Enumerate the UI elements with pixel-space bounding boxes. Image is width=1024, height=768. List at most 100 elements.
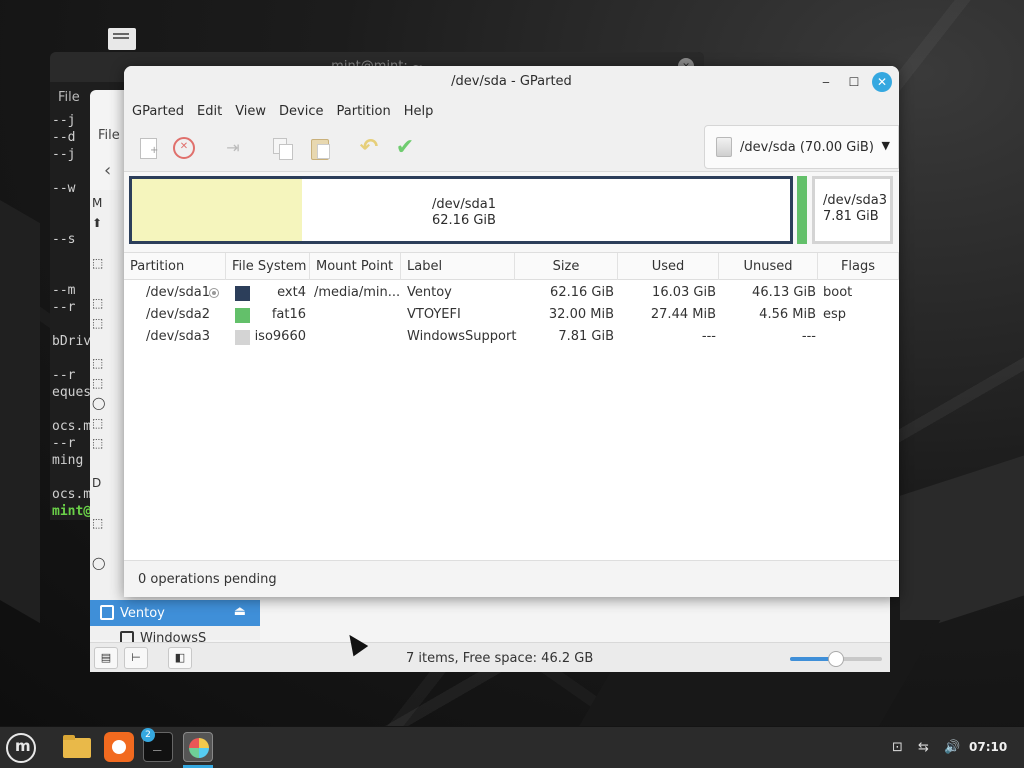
partition-block-size: 7.81 GiB <box>823 209 879 224</box>
gparted-app-icon[interactable] <box>183 732 213 762</box>
table-row[interactable]: /dev/sda2 fat16 VTOYEFI 32.00 MiB 27.44 MiB 4… <box>124 304 899 326</box>
zoom-slider[interactable] <box>790 651 882 667</box>
menu-device[interactable]: Device <box>279 104 323 119</box>
zoom-slider-knob[interactable] <box>828 651 844 667</box>
sidebar-item-icon[interactable]: ⬚ <box>92 436 103 450</box>
partition-block-sda1[interactable]: /dev/sda1 62.16 GiB <box>129 176 793 244</box>
sidebar-item-icon[interactable]: ⬚ <box>92 516 103 530</box>
cell-unused: 4.56 MiB <box>759 307 816 322</box>
sidebar-item-icon[interactable]: M <box>92 196 102 210</box>
sidebar-item-icon[interactable]: ⬚ <box>92 416 103 430</box>
sidebar-item-icon[interactable]: D <box>92 476 101 490</box>
tree-view-icon[interactable]: ⊢ <box>124 647 148 669</box>
cell-used: 16.03 GiB <box>652 285 716 300</box>
back-arrow-icon[interactable]: ‹ <box>104 160 111 181</box>
mounted-key-icon <box>209 288 219 298</box>
device-selector-label: /dev/sda (70.00 GiB) <box>740 139 874 155</box>
cell-size: 62.16 GiB <box>550 285 614 300</box>
column-header-unused[interactable]: Unused <box>719 253 818 280</box>
minimize-icon[interactable]: ‒ <box>816 72 836 92</box>
files-menu-file[interactable]: File <box>98 128 120 143</box>
column-header-label[interactable]: Label <box>401 253 515 280</box>
resize-move-icon[interactable]: ⇥ <box>220 135 246 161</box>
copy-icon[interactable] <box>270 135 296 161</box>
terminal-line: eques <box>52 385 92 400</box>
cell-label: WindowsSupport <box>407 329 517 344</box>
menu-partition[interactable]: Partition <box>337 104 391 119</box>
gparted-titlebar[interactable]: /dev/sda - GParted ‒ ☐ ✕ <box>124 66 899 98</box>
cell-partition: /dev/sda2 <box>146 307 210 322</box>
terminal-line: --s <box>52 232 76 247</box>
places-view-icon[interactable]: ▤ <box>94 647 118 669</box>
column-header-mount-point[interactable]: Mount Point <box>310 253 401 280</box>
cell-unused: 46.13 GiB <box>752 285 816 300</box>
volume-icon[interactable]: 🔊 <box>944 740 960 755</box>
drive-icon <box>100 605 114 620</box>
column-header-flags[interactable]: Flags <box>818 253 899 280</box>
close-icon[interactable]: ✕ <box>872 72 892 92</box>
toggle-sidebar-icon[interactable]: ◧ <box>168 647 192 669</box>
menu-edit[interactable]: Edit <box>197 104 222 119</box>
paste-icon[interactable] <box>308 135 334 161</box>
wallpaper-shape <box>900 424 1024 636</box>
files-status-text: 7 items, Free space: 46.2 GB <box>406 651 594 666</box>
column-header-file-system[interactable]: File System <box>226 253 310 280</box>
partition-used-fill <box>132 179 302 241</box>
column-header-size[interactable]: Size <box>515 253 618 280</box>
mint-menu-icon[interactable] <box>6 733 36 763</box>
firefox-icon[interactable] <box>104 732 134 762</box>
cell-label: VTOYEFI <box>407 307 461 322</box>
cell-partition: /dev/sda3 <box>146 329 210 344</box>
window-title: /dev/sda - GParted <box>451 74 572 89</box>
partition-table: Partition File System Mount Point Label Size… <box>124 252 899 560</box>
table-row[interactable]: /dev/sda1 ext4/media/min... Ventoy 62.16 Gi… <box>124 282 899 304</box>
partition-block-sda3[interactable]: /dev/sda3 7.81 GiB <box>812 176 893 244</box>
partition-block-name: /dev/sda3 <box>823 193 887 208</box>
update-manager-icon[interactable]: ⊡ <box>892 740 903 755</box>
new-partition-icon[interactable] <box>135 135 161 161</box>
menu-view[interactable]: View <box>235 104 266 119</box>
disk-icon <box>716 137 732 157</box>
sidebar-item-icon[interactable]: ⬚ <box>92 256 103 270</box>
column-header-used[interactable]: Used <box>618 253 719 280</box>
terminal-menu-file[interactable]: File <box>58 90 80 105</box>
sidebar-item-icon[interactable]: ⬚ <box>92 356 103 370</box>
table-row[interactable]: /dev/sda3 iso9660 WindowsSupport 7.81 GiB --… <box>124 326 899 348</box>
device-selector[interactable]: /dev/sda (70.00 GiB) ▼ <box>704 125 899 169</box>
operations-status: 0 operations pending <box>124 560 899 597</box>
sidebar-item-icon[interactable]: ⬆ <box>92 216 102 230</box>
filesystem-color-swatch <box>235 308 250 323</box>
sidebar-item-icon[interactable]: ⬚ <box>92 296 103 310</box>
cell-used: 27.44 MiB <box>650 307 716 322</box>
clock[interactable]: 07:10 <box>969 740 1007 754</box>
maximize-icon[interactable]: ☐ <box>844 72 864 92</box>
menu-help[interactable]: Help <box>404 104 434 119</box>
cell-mount-point: /media/min... <box>314 285 401 300</box>
network-icon[interactable]: ⇆ <box>918 740 929 755</box>
taskbar: 2 ⊡ ⇆ 🔊 07:10 <box>0 727 1024 768</box>
gparted-window[interactable]: /dev/sda - GParted ‒ ☐ ✕ GParted Edit View… <box>124 66 899 597</box>
sidebar-item-ventoy[interactable]: Ventoy ⏏ <box>90 600 260 626</box>
column-header-partition[interactable]: Partition <box>124 253 226 280</box>
terminal-line: ocs.m <box>52 487 92 502</box>
delete-icon[interactable] <box>170 135 196 161</box>
partition-block-sda2[interactable] <box>797 176 807 244</box>
sidebar-item-icon[interactable]: ◯ <box>92 556 105 570</box>
sidebar-item-label: Ventoy <box>120 605 165 621</box>
sidebar-item-icon[interactable]: ⬚ <box>92 316 103 330</box>
files-app-icon[interactable] <box>62 732 92 762</box>
partition-block-size: 62.16 GiB <box>432 213 496 228</box>
menu-gparted[interactable]: GParted <box>132 104 184 119</box>
sidebar-item-icon[interactable]: ⬚ <box>92 376 103 390</box>
terminal-line: --j <box>52 113 76 128</box>
desktop-drive-icon[interactable] <box>108 28 136 50</box>
files-statusbar: ▤ ⊢ ◧ 7 items, Free space: 46.2 GB <box>90 642 890 672</box>
sidebar-item-icon[interactable]: ◯ <box>92 396 105 410</box>
filesystem-color-swatch <box>235 330 250 345</box>
undo-icon[interactable]: ↶ <box>356 135 382 161</box>
eject-icon[interactable]: ⏏ <box>234 604 246 619</box>
terminal-output: --j --d --j --w --s --m --r bDriv --r eques ocs.m -… <box>52 112 92 520</box>
apply-icon[interactable]: ✔ <box>392 135 418 161</box>
